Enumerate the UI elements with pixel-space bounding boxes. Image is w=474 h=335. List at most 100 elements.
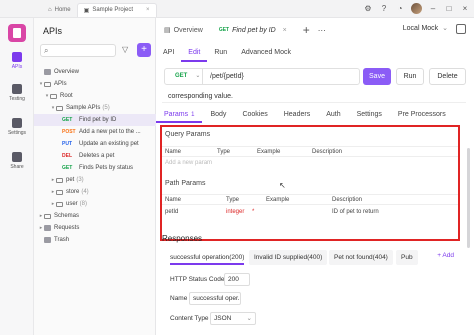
tab-label: Auth — [326, 111, 341, 118]
tree-item-label: Deletes a pet — [79, 153, 115, 159]
tab-run[interactable]: Run — [207, 46, 234, 62]
tab-overview[interactable]: ▤ Overview — [156, 18, 211, 42]
api-endpoint-item[interactable]: GET Finds Pets by status — [34, 162, 156, 174]
tree-item-label: Sample APIs — [66, 105, 101, 111]
content-type-select[interactable]: JSON ⌄ — [210, 312, 256, 325]
tree-item[interactable]: ▸ user (8) — [34, 198, 156, 210]
response-tab-200[interactable]: successful operation(200) — [170, 250, 245, 265]
tree-item[interactable]: ▾ Sample APIs (5) — [34, 102, 156, 114]
column-header: Name — [165, 149, 182, 155]
request-tabs: Params 1 Body Cookies Headers Auth Settings Pre… — [156, 108, 474, 123]
api-endpoint-item[interactable]: PUT Update an existing pet — [34, 138, 156, 150]
more-tabs-icon[interactable]: ⋯ — [318, 26, 326, 35]
tree-item[interactable]: ▸ Requests — [34, 222, 156, 234]
add-param-row[interactable]: Add a new param — [162, 158, 458, 170]
tree-item[interactable]: Trash — [34, 234, 156, 246]
response-tab-400[interactable]: Invalid ID supplied(400) — [249, 250, 328, 265]
name-label: Name — [170, 295, 188, 302]
close-icon[interactable]: × — [283, 27, 287, 34]
window-tab-label: Home — [54, 6, 71, 13]
path-input[interactable]: /pet/{petId} — [203, 73, 244, 80]
environment-select[interactable]: Local Mock ⌄ — [403, 24, 448, 32]
rail-item-settings[interactable]: Settings — [0, 118, 34, 136]
avatar[interactable] — [411, 3, 422, 14]
tab-label: Find pet by ID — [232, 26, 276, 34]
window-tab-home[interactable]: ⌂ Home — [42, 3, 77, 17]
tab-settings[interactable]: Settings — [349, 108, 390, 123]
search-input[interactable]: ⌕ — [40, 44, 116, 57]
param-description[interactable]: ID of pet to return — [332, 209, 379, 215]
rail-item-share[interactable]: Share — [0, 152, 34, 170]
column-header: Description — [332, 197, 363, 203]
status-code-input[interactable]: 200 — [224, 273, 250, 286]
tab-params[interactable]: Params 1 — [156, 108, 203, 123]
tab-pre-processors[interactable]: Pre Processors — [390, 108, 454, 123]
testing-icon — [12, 84, 22, 94]
tree-item[interactable]: ▸ pet (3) — [34, 174, 156, 186]
tab-api[interactable]: API — [156, 46, 181, 62]
method-badge: DEL — [62, 153, 72, 159]
mouse-cursor-icon: ↖ — [279, 181, 286, 190]
filter-icon[interactable]: ▽ — [122, 45, 128, 54]
settings-icon[interactable]: ⚙ — [363, 4, 373, 14]
save-button[interactable]: Save — [363, 68, 391, 85]
window-tab-project[interactable]: ▣ Sample Project × — [76, 2, 157, 17]
path-params-header: Name Type Example Description — [162, 194, 458, 205]
tree-item-label: store — [66, 189, 80, 195]
add-button[interactable]: + — [137, 43, 151, 57]
delete-button[interactable]: Delete — [429, 68, 466, 85]
method-select[interactable]: GET ⌄ — [165, 69, 203, 84]
status-code-label: HTTP Status Code — [170, 276, 225, 283]
document-icon — [44, 225, 51, 231]
tab-body[interactable]: Body — [202, 108, 234, 123]
content-type-label: Content Type — [170, 315, 209, 322]
tab-cookies[interactable]: Cookies — [234, 108, 275, 123]
scrollbar[interactable] — [467, 148, 470, 248]
api-endpoint-item[interactable]: GET Find pet by ID — [34, 114, 156, 126]
api-endpoint-item[interactable]: DEL Deletes a pet — [34, 150, 156, 162]
description-text: corresponding value. — [168, 93, 233, 100]
tab-advanced-mock[interactable]: Advanced Mock — [234, 46, 298, 62]
help-icon[interactable]: ? — [379, 4, 389, 14]
api-endpoint-item[interactable]: POST Add a new pet to the ... — [34, 126, 156, 138]
method-label: GET — [175, 73, 188, 79]
tab-label: Params — [164, 111, 189, 118]
tree-item[interactable]: ▸ store (4) — [34, 186, 156, 198]
environment-settings-icon[interactable] — [456, 24, 466, 34]
param-name[interactable]: petId — [165, 209, 178, 215]
required-marker: * — [252, 209, 255, 215]
tree-item[interactable]: ▾ APIs — [34, 78, 156, 90]
response-tab-404[interactable]: Pet not found(404) — [329, 250, 393, 265]
tree-item[interactable]: ▸ Schemas — [34, 210, 156, 222]
new-tab-button[interactable]: + — [295, 23, 318, 37]
tab-headers[interactable]: Headers — [276, 108, 318, 123]
method-badge: GET — [218, 27, 230, 33]
tree-item-label: Overview — [54, 69, 80, 75]
notification-icon[interactable]: ◔ — [395, 4, 405, 14]
name-input[interactable]: successful oper. — [189, 292, 241, 305]
tree-item-label: user — [66, 201, 78, 207]
add-response-button[interactable]: + Add — [437, 252, 454, 259]
tab-label: Headers — [283, 111, 311, 118]
run-button[interactable]: Run — [396, 68, 424, 85]
rail-item-testing[interactable]: Testing — [0, 84, 34, 102]
home-icon: ⌂ — [48, 6, 52, 13]
minimize-icon[interactable]: – — [428, 4, 438, 14]
response-tab-more[interactable]: Pub — [396, 250, 418, 265]
tab-find-pet[interactable]: GET Find pet by ID × — [211, 18, 295, 42]
tab-auth[interactable]: Auth — [318, 108, 348, 123]
close-icon[interactable]: × — [146, 7, 150, 13]
tree-item[interactable]: Overview — [34, 66, 156, 78]
param-type[interactable]: integer — [226, 209, 244, 215]
tree-item-label: Finds Pets by status — [79, 165, 134, 171]
column-header: Example — [266, 197, 290, 203]
share-icon — [12, 152, 22, 162]
rail-item-apis[interactable]: APIs — [0, 52, 34, 70]
window-close-icon[interactable]: × — [460, 4, 470, 14]
maximize-icon[interactable]: □ — [444, 4, 454, 14]
folder-icon — [56, 105, 63, 111]
document-icon — [44, 69, 51, 75]
table-row[interactable]: petId integer * ID of pet to return — [162, 207, 458, 219]
tree-item[interactable]: ▾ Root — [34, 90, 156, 102]
tab-edit[interactable]: Edit — [181, 46, 208, 62]
